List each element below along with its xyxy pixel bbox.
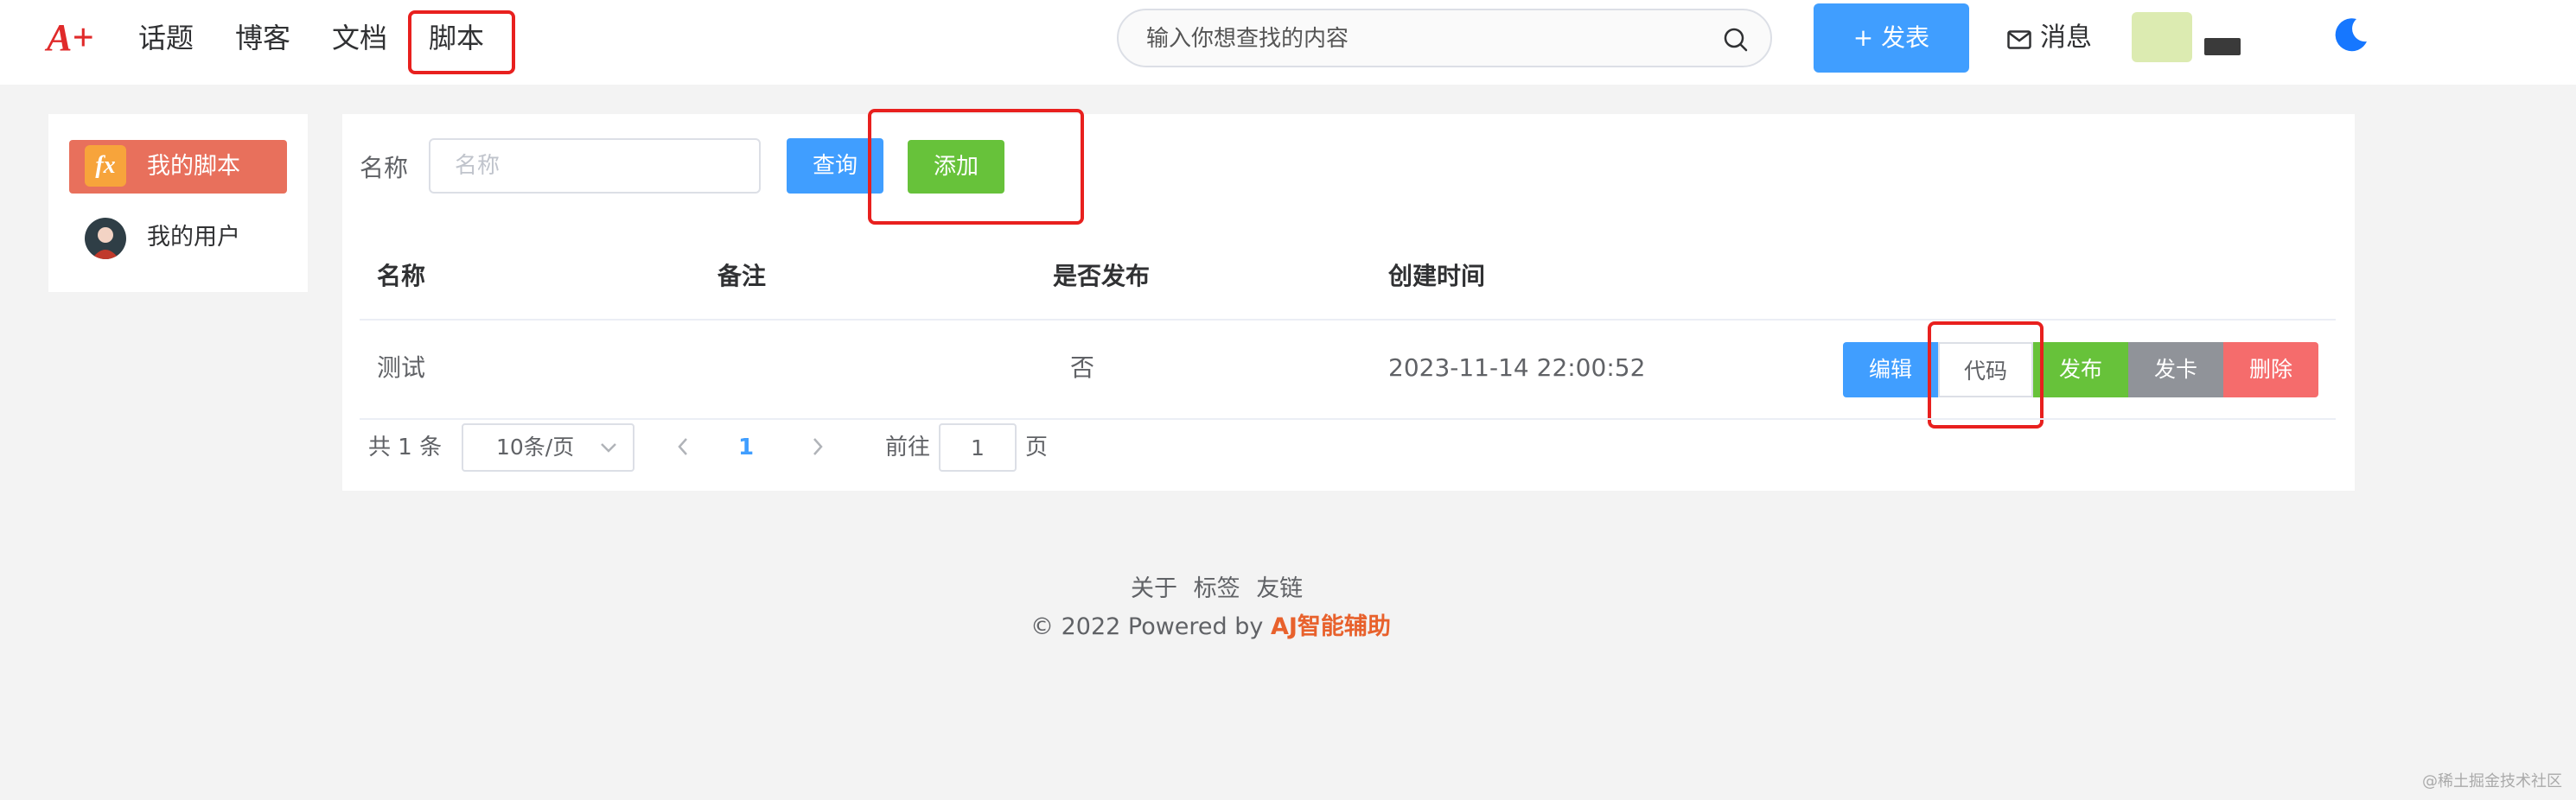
search-icon[interactable] — [1722, 26, 1750, 54]
delete-button[interactable]: 删除 — [2223, 342, 2318, 397]
highlight-box-add — [868, 109, 1084, 225]
goto-page-input[interactable] — [939, 423, 1017, 472]
column-header-published: 是否发布 — [1053, 262, 1151, 290]
footer-link-about[interactable]: 关于 — [1131, 575, 1177, 602]
user-avatar — [85, 218, 126, 259]
messages-link[interactable]: 消息 — [2007, 19, 2092, 57]
cell-published: 否 — [1070, 353, 1095, 382]
table-divider — [360, 418, 2336, 420]
watermark: @稀土掘金技术社区 — [2422, 772, 2562, 790]
footer-links: 关于 标签 友链 — [1131, 572, 1311, 606]
mail-icon — [2007, 30, 2031, 49]
cell-created: 2023-11-14 22:00:52 — [1388, 353, 1646, 382]
name-filter-input[interactable] — [429, 138, 761, 194]
nav-blog[interactable]: 博客 — [235, 17, 290, 59]
footer-brand-link[interactable]: AJ智能辅助 — [1271, 613, 1391, 640]
page-suffix-label: 页 — [1025, 435, 1049, 460]
nav-topics[interactable]: 话题 — [138, 17, 194, 59]
footer-link-friends[interactable]: 友链 — [1256, 575, 1303, 602]
chevron-down-icon — [601, 443, 616, 453]
sidebar-item-my-scripts[interactable]: fx 我的脚本 — [69, 140, 287, 194]
dark-mode-toggle-icon[interactable] — [2331, 16, 2370, 55]
current-page-number[interactable]: 1 — [738, 430, 754, 465]
site-logo[interactable]: A+ — [47, 14, 93, 62]
user-name-blur[interactable] — [2204, 38, 2241, 55]
fx-icon: fx — [85, 145, 126, 187]
search-input[interactable] — [1145, 21, 1701, 57]
next-page-icon[interactable] — [809, 435, 826, 458]
issue-card-button[interactable]: 发卡 — [2128, 342, 2223, 397]
column-header-name: 名称 — [377, 262, 426, 290]
prev-page-icon[interactable] — [674, 435, 692, 458]
highlight-box-code — [1928, 321, 2044, 429]
goto-label: 前往 — [885, 435, 931, 460]
sidebar: fx 我的脚本 我的用户 — [48, 114, 308, 292]
publish-button[interactable]: + 发表 — [1814, 3, 1969, 73]
name-filter-label: 名称 — [360, 154, 409, 182]
sidebar-item-label: 我的用户 — [147, 224, 240, 251]
footer-copyright: © 2022 Powered by AJ智能辅助 — [1030, 613, 1391, 640]
footer-link-tags[interactable]: 标签 — [1194, 575, 1240, 602]
cell-name: 测试 — [377, 353, 426, 382]
table-divider — [360, 319, 2336, 321]
publish-script-button[interactable]: 发布 — [2033, 342, 2128, 397]
search-box[interactable] — [1117, 9, 1772, 67]
column-header-created: 创建时间 — [1388, 262, 1486, 290]
sidebar-item-my-users[interactable]: 我的用户 — [69, 211, 287, 264]
sidebar-item-label: 我的脚本 — [147, 153, 240, 180]
page-size-select[interactable]: 10条/页 — [462, 423, 634, 472]
top-header: A+ 话题 博客 文档 脚本 + 发表 消息 — [0, 0, 2576, 85]
highlight-box-nav — [408, 10, 515, 74]
scripts-panel: 名称 查询 添加 名称 备注 是否发布 创建时间 测试 否 2023-11-14… — [342, 109, 2355, 491]
column-header-remark: 备注 — [717, 262, 767, 290]
pagination-total: 共 1 条 — [368, 435, 443, 460]
nav-docs[interactable]: 文档 — [332, 17, 387, 59]
user-avatar-header[interactable] — [2132, 12, 2192, 62]
plus-icon: + — [1852, 23, 1882, 52]
edit-button[interactable]: 编辑 — [1843, 342, 1938, 397]
